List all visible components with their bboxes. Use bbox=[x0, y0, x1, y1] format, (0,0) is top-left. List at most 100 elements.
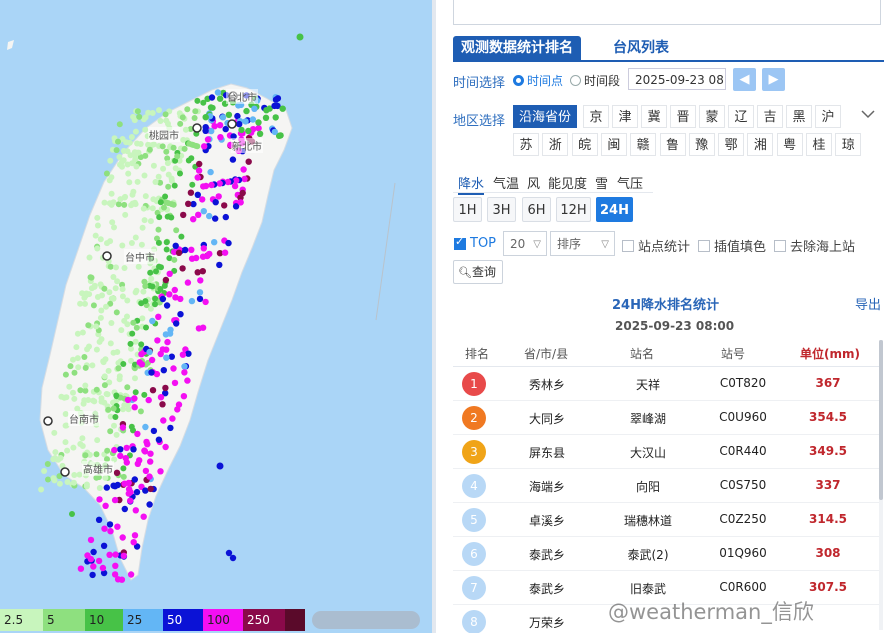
region-button[interactable]: 闽 bbox=[600, 133, 627, 156]
station-dot bbox=[216, 122, 224, 129]
map-canvas[interactable] bbox=[0, 0, 432, 633]
station-dot bbox=[107, 528, 114, 535]
date-input[interactable]: 2025-09-23 08 bbox=[628, 68, 726, 90]
element-tab-temp[interactable]: 气温 bbox=[493, 173, 519, 192]
station-dot bbox=[200, 183, 207, 190]
element-tab-wind[interactable]: 风 bbox=[527, 173, 540, 192]
region-button[interactable]: 京 bbox=[583, 105, 609, 128]
remove-sea-checkbox[interactable]: 去除海上站 bbox=[774, 236, 855, 255]
region-button[interactable]: 吉 bbox=[757, 105, 783, 128]
row-county: 万荣乡 bbox=[528, 616, 565, 630]
station-dot bbox=[103, 484, 111, 491]
region-button[interactable]: 津 bbox=[612, 105, 638, 128]
tab-typhoon-list[interactable]: 台风列表 bbox=[605, 36, 677, 60]
region-button[interactable]: 苏 bbox=[513, 133, 539, 156]
table-row[interactable]: 4 海端乡 向阳 C0S750 337 bbox=[453, 469, 879, 503]
row-county: 泰武乡 bbox=[528, 548, 565, 562]
region-button[interactable]: 皖 bbox=[571, 133, 598, 156]
station-dot bbox=[95, 516, 103, 523]
station-dot bbox=[160, 417, 167, 424]
station-dot bbox=[194, 143, 201, 150]
region-button[interactable]: 浙 bbox=[542, 133, 569, 156]
table-row[interactable]: 3 屏东县 大汉山 C0R440 349.5 bbox=[453, 435, 879, 469]
rank-badge: 4 bbox=[462, 474, 486, 498]
station-dot bbox=[117, 452, 124, 460]
region-button[interactable]: 鄂 bbox=[718, 133, 745, 156]
period-1h[interactable]: 1H bbox=[453, 197, 482, 222]
station-dot bbox=[128, 240, 135, 246]
period-12h[interactable]: 12H bbox=[556, 197, 591, 222]
top-count-select[interactable]: 20 ▽ bbox=[503, 231, 547, 256]
station-dot bbox=[271, 102, 278, 110]
table-row[interactable]: 6 泰武乡 泰武(2) 01Q960 308 bbox=[453, 537, 879, 571]
region-button[interactable]: 琼 bbox=[835, 133, 862, 156]
station-dot bbox=[139, 224, 146, 231]
element-tab-pressure[interactable]: 气压 bbox=[617, 173, 643, 192]
radio-time-point[interactable]: 时间点 bbox=[513, 72, 563, 89]
station-dot bbox=[207, 168, 214, 176]
region-button[interactable]: 辽 bbox=[728, 105, 754, 128]
region-button[interactable]: 晋 bbox=[670, 105, 696, 128]
period-24h[interactable]: 24H bbox=[596, 197, 633, 222]
station-dot bbox=[242, 118, 249, 125]
region-button[interactable]: 黑 bbox=[786, 105, 812, 128]
table-row[interactable]: 1 秀林乡 天祥 C0T820 367 bbox=[453, 367, 879, 401]
region-button[interactable]: 冀 bbox=[641, 105, 667, 128]
tab-ranking[interactable]: 观测数据统计排名 bbox=[453, 36, 581, 60]
search-box[interactable] bbox=[453, 0, 881, 25]
station-dot bbox=[225, 549, 233, 557]
top-checkbox[interactable]: TOP bbox=[454, 235, 496, 251]
region-button[interactable]: 鲁 bbox=[659, 133, 686, 156]
watermark-text: @weatherman_信欣 bbox=[608, 600, 814, 624]
table-row[interactable]: 5 卓溪乡 瑞穗林道 C0Z250 314.5 bbox=[453, 503, 879, 537]
region-button[interactable]: 湘 bbox=[747, 133, 774, 156]
scrollbar-thumb[interactable] bbox=[879, 340, 883, 500]
region-button[interactable]: 蒙 bbox=[699, 105, 725, 128]
table-row[interactable]: 2 大同乡 翠峰湖 C0U960 354.5 bbox=[453, 401, 879, 435]
prev-time-button[interactable]: ◀ bbox=[733, 68, 756, 91]
region-button[interactable]: 沪 bbox=[815, 105, 841, 128]
city-label-newtaipei: 新北市 bbox=[231, 138, 263, 153]
legend-swatch-250: 250 bbox=[243, 609, 285, 631]
query-button[interactable]: 🔍︎查询 bbox=[453, 260, 503, 284]
region-button[interactable]: 赣 bbox=[630, 133, 657, 156]
radio-time-range-label: 时间段 bbox=[584, 74, 621, 88]
sort-select[interactable]: 排序 ▽ bbox=[550, 231, 615, 256]
station-dot bbox=[146, 473, 153, 480]
region-coastal[interactable]: 沿海省份 bbox=[513, 105, 578, 128]
station-dot bbox=[166, 291, 173, 298]
table-scrollbar[interactable] bbox=[879, 340, 883, 630]
station-dot bbox=[296, 33, 304, 41]
station-dot bbox=[116, 376, 123, 383]
station-dot bbox=[94, 245, 101, 252]
region-button[interactable]: 豫 bbox=[688, 133, 715, 156]
element-tab-snow[interactable]: 雪 bbox=[595, 173, 608, 192]
period-3h[interactable]: 3H bbox=[487, 197, 516, 222]
element-tab-visibility[interactable]: 能见度 bbox=[548, 173, 587, 192]
station-dot bbox=[127, 571, 135, 578]
rainfall-map[interactable]: 台北市 桃园市 新北市 台中市 台南市 高雄市 2.5 5 10 25 50 1… bbox=[0, 0, 432, 633]
chevron-down-icon[interactable] bbox=[860, 106, 876, 122]
row-code: C0R600 bbox=[719, 580, 767, 594]
row-station: 大汉山 bbox=[629, 446, 666, 460]
station-dot bbox=[70, 389, 76, 396]
station-dot bbox=[180, 211, 187, 219]
city-marker-icon bbox=[192, 123, 202, 133]
station-dot bbox=[241, 175, 248, 183]
stat-title: 24H降水排名统计 bbox=[612, 298, 719, 313]
station-dot bbox=[107, 157, 114, 164]
station-dot bbox=[157, 286, 164, 292]
region-button[interactable]: 粤 bbox=[776, 133, 803, 156]
station-dot bbox=[170, 201, 177, 208]
radio-time-range[interactable]: 时间段 bbox=[570, 72, 620, 89]
interp-fill-checkbox[interactable]: 插值填色 bbox=[698, 236, 766, 255]
export-link[interactable]: 导出 bbox=[855, 294, 881, 313]
next-time-button[interactable]: ▶ bbox=[762, 68, 785, 91]
period-6h[interactable]: 6H bbox=[522, 197, 551, 222]
station-dot bbox=[52, 455, 59, 461]
station-dot bbox=[141, 391, 148, 398]
region-button[interactable]: 桂 bbox=[806, 133, 832, 156]
station-dot bbox=[188, 246, 195, 253]
station-stat-checkbox[interactable]: 站点统计 bbox=[622, 236, 690, 255]
station-dot bbox=[201, 143, 208, 150]
